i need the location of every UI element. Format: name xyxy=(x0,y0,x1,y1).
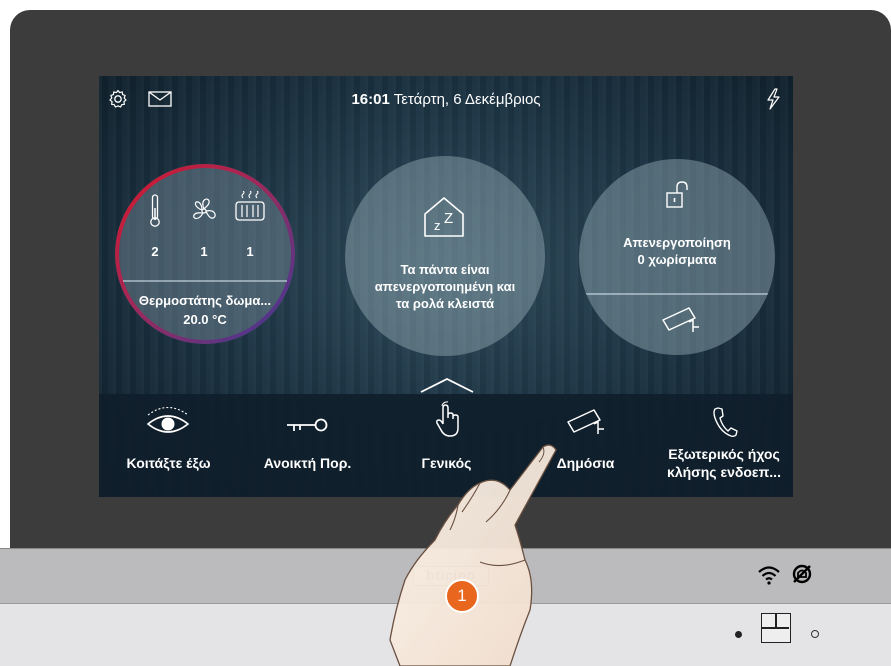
alarm-status: Απενεργοποίηση xyxy=(623,235,731,250)
clock-time: 16:01 xyxy=(351,91,390,108)
scenario-line-1: Τα πάντα είναι xyxy=(400,262,490,277)
led-indicator xyxy=(735,631,742,638)
thermostat-temperature: 20.0 °C xyxy=(183,312,227,327)
open-door-button[interactable]: Ανοικτή Πορ. xyxy=(238,394,377,497)
thermostat-name: Θερμοστάτης δωμα... xyxy=(138,293,272,308)
radiator-count: 1 xyxy=(246,244,254,259)
key-icon xyxy=(287,418,328,432)
mute-icon xyxy=(792,564,812,584)
scenario-line-2: απενεργοποιημένη και xyxy=(374,279,516,294)
pointing-hand-illustration xyxy=(389,444,557,666)
look-outside-button[interactable]: Κοιτάξτε έξω xyxy=(99,394,238,497)
date-text: Τετάρτη, 6 Δεκέμβριος xyxy=(393,91,541,108)
home-button-divider xyxy=(775,614,777,628)
lightning-icon[interactable] xyxy=(764,88,782,110)
home-button-divider xyxy=(762,627,789,629)
alarm-widget[interactable]: Απενεργοποίηση 0 χωρίσματα xyxy=(579,159,775,355)
camera-icon[interactable] xyxy=(659,306,703,336)
scenario-line-3: τα ρολά κλειστά xyxy=(395,296,495,311)
alarm-zones: 0 χωρίσματα xyxy=(637,252,717,267)
fan-count: 1 xyxy=(200,244,208,259)
action-label: Εξωτερικός ήχος xyxy=(668,446,780,462)
thermometer-icon xyxy=(150,194,160,227)
divider xyxy=(123,280,287,282)
unlock-icon xyxy=(666,181,688,208)
microphone-hole xyxy=(811,630,819,638)
svg-text:Z: Z xyxy=(444,210,453,227)
chevron-up-icon[interactable] xyxy=(419,376,475,394)
fan-icon xyxy=(193,198,216,220)
thermostat-widget[interactable]: 2 1 1 Θερμοστάτης δωμα... 20.0 °C xyxy=(115,164,295,344)
action-label: Κοιτάξτε έξω xyxy=(126,455,211,471)
camera-icon xyxy=(567,409,604,434)
action-label-line-2: κλήσης ενδοεπ... xyxy=(667,464,781,480)
scenario-widget[interactable]: z Z Τα πάντα είναι απενεργοποιημένη και … xyxy=(345,156,545,356)
eye-icon xyxy=(146,406,190,433)
house-sleep-icon: z Z xyxy=(424,197,464,237)
phone-icon xyxy=(713,407,738,438)
thermometer-count: 2 xyxy=(151,244,159,259)
status-bar: 16:01 Τετάρτη, 6 Δεκέμβριος xyxy=(99,76,793,120)
external-ringtone-button[interactable]: Εξωτερικός ήχος κλήσης ενδοεπ... xyxy=(655,394,793,497)
date-time: 16:01 Τετάρτη, 6 Δεκέμβριος xyxy=(99,91,793,108)
divider xyxy=(579,293,775,295)
svg-text:z: z xyxy=(434,218,441,233)
action-label: Ανοικτή Πορ. xyxy=(263,455,352,471)
wifi-icon xyxy=(758,566,780,585)
home-button[interactable] xyxy=(761,613,791,643)
step-marker: 1 xyxy=(445,579,479,613)
radiator-icon xyxy=(235,191,265,221)
